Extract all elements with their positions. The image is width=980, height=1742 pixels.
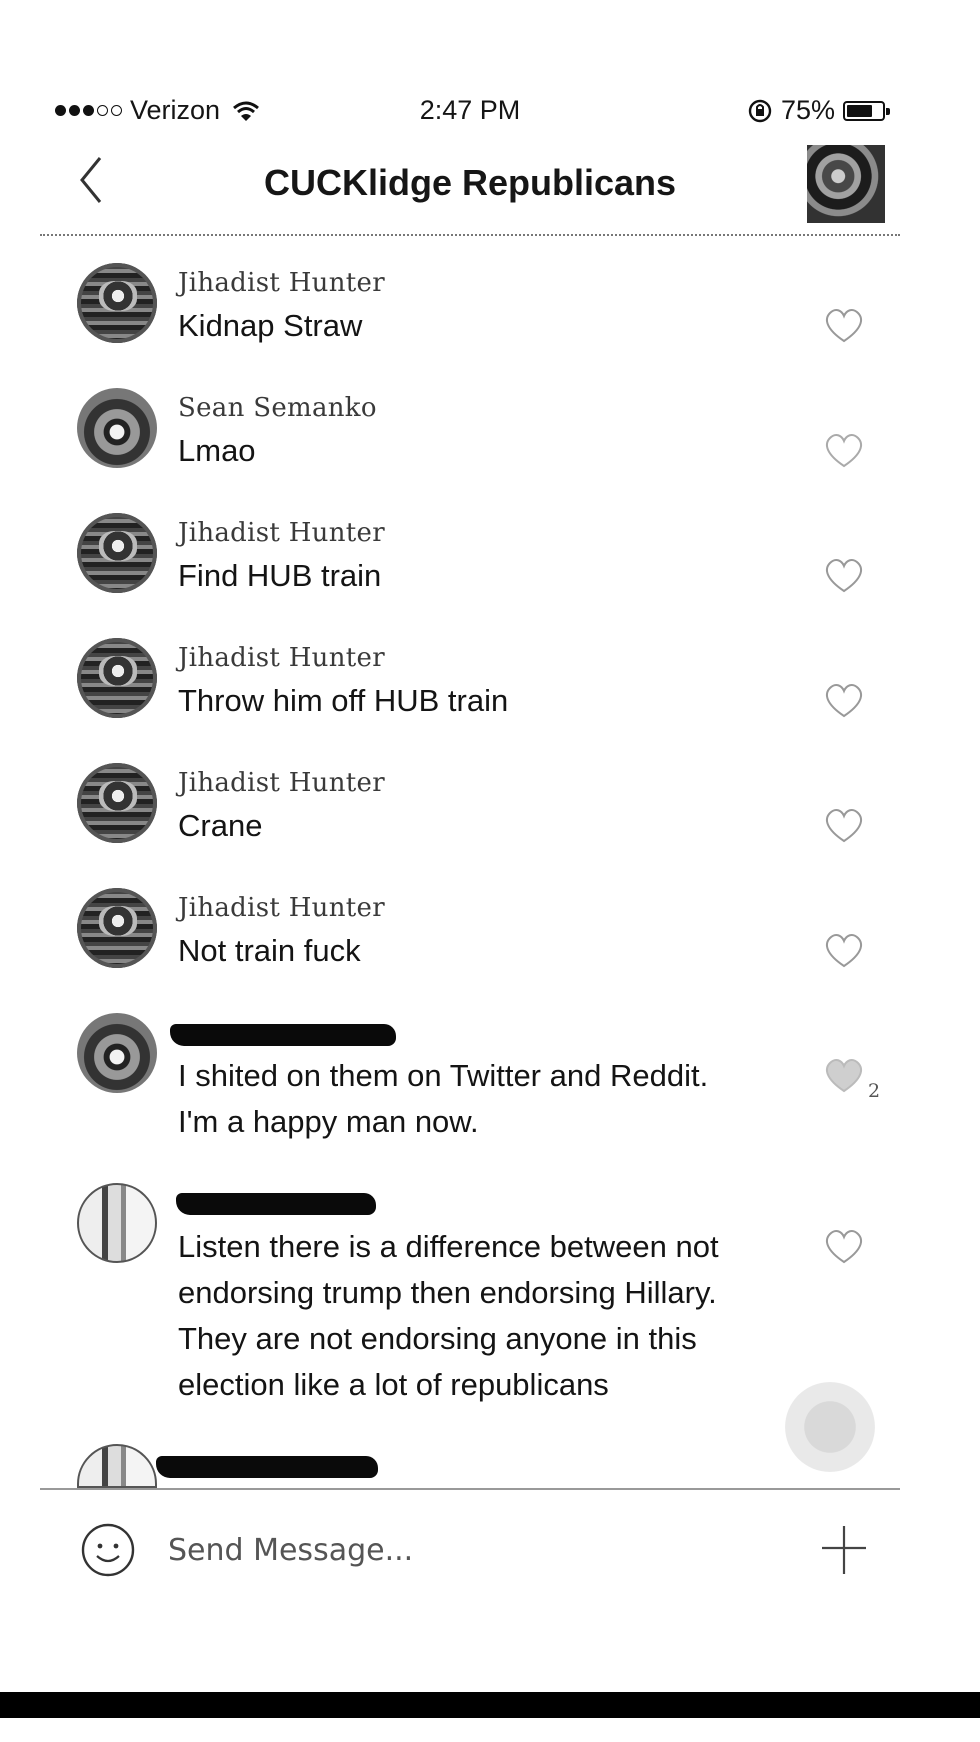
smiley-icon[interactable]: [80, 1522, 136, 1578]
message-sender: Jihadist Hunter: [178, 268, 385, 298]
message-sender: Jihadist Hunter: [178, 643, 385, 673]
bottom-border: [0, 1692, 980, 1718]
heart-icon[interactable]: [822, 1226, 866, 1266]
message-sender: Sean Semanko: [178, 393, 377, 423]
redacted-sender-name: [170, 1024, 396, 1046]
battery-level: [847, 104, 872, 117]
message-text-line: endorsing trump then endorsing Hillary.: [178, 1275, 717, 1310]
plus-icon[interactable]: [820, 1520, 868, 1580]
message-text: Kidnap Straw: [178, 308, 363, 343]
header-divider: [40, 234, 900, 236]
chat-screen: Verizon 2:47 PM 75% CUCKlidge Republican…: [0, 0, 980, 1742]
heart-icon[interactable]: [822, 805, 866, 845]
heart-icon[interactable]: [822, 680, 866, 720]
message-text-line: I shited on them on Twitter and Reddit.: [178, 1058, 709, 1093]
heart-icon[interactable]: [822, 305, 866, 345]
avatar[interactable]: [77, 1444, 157, 1488]
battery-percent: 75%: [780, 95, 835, 125]
message-sender: Jihadist Hunter: [178, 893, 385, 923]
message-text: I shited on them on Twitter and Reddit. …: [178, 1053, 798, 1145]
rotation-lock-icon: [748, 99, 772, 122]
group-title: CUCKlidge Republicans: [263, 162, 677, 203]
heart-icon[interactable]: [822, 430, 866, 470]
heart-icon[interactable]: [822, 555, 866, 595]
message-sender: Jihadist Hunter: [178, 768, 385, 798]
heart-filled-icon[interactable]: [822, 1055, 866, 1095]
message-text-line: election like a lot of republicans: [178, 1367, 609, 1402]
avatar[interactable]: [77, 1013, 157, 1093]
scroll-indicator[interactable]: [785, 1382, 875, 1472]
composer-divider: [40, 1488, 900, 1490]
avatar[interactable]: [77, 1183, 157, 1263]
message-text: Crane: [178, 808, 263, 843]
avatar[interactable]: [77, 638, 157, 718]
message-input[interactable]: [168, 1525, 728, 1575]
heart-icon[interactable]: [822, 930, 866, 970]
message-text: Listen there is a difference between not…: [178, 1224, 798, 1408]
like-count: 2: [868, 1080, 881, 1102]
status-bar: Verizon 2:47 PM 75%: [55, 95, 890, 135]
message-text: Throw him off HUB train: [178, 683, 509, 718]
redacted-sender-name: [176, 1193, 376, 1215]
message-text-line: I'm a happy man now.: [178, 1104, 479, 1139]
avatar[interactable]: [77, 888, 157, 968]
avatar[interactable]: [77, 513, 157, 593]
group-avatar[interactable]: [807, 145, 885, 223]
message-text: Lmao: [178, 433, 256, 468]
message-text-line: They are not endorsing anyone in this: [178, 1321, 697, 1356]
message-sender: Jihadist Hunter: [178, 518, 385, 548]
message-text: Not train fuck: [178, 933, 361, 968]
avatar[interactable]: [77, 263, 157, 343]
battery-group: 75%: [747, 95, 890, 126]
message-text-line: Listen there is a difference between not: [178, 1229, 719, 1264]
battery-icon: [843, 100, 890, 121]
avatar[interactable]: [77, 388, 157, 468]
chat-header: CUCKlidge Republicans: [40, 140, 900, 230]
message-text: Find HUB train: [178, 558, 382, 593]
avatar[interactable]: [77, 763, 157, 843]
redacted-sender-name: [156, 1456, 378, 1478]
